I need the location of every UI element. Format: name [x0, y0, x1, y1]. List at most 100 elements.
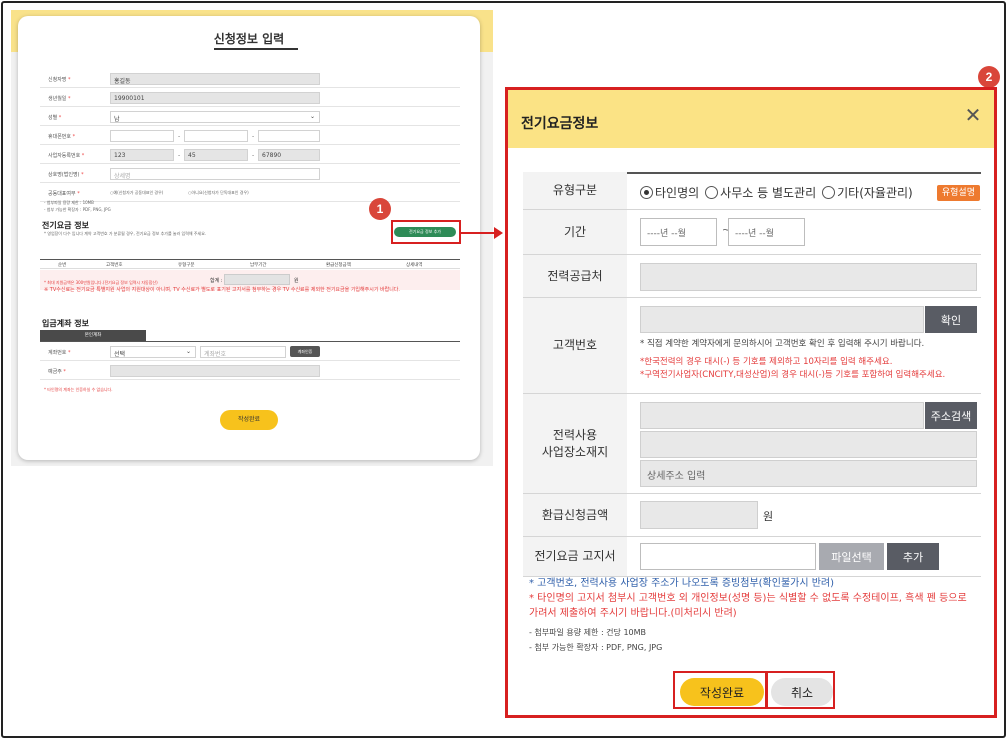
refund-label: 환급신청금액: [523, 494, 627, 536]
applicant-label: 신청자명: [48, 77, 67, 83]
bank-select[interactable]: 선택 ⌄: [110, 346, 196, 358]
row-bizname: 상호명(법인명) * 상세명: [40, 165, 460, 183]
holder-label: 예금주: [48, 369, 62, 375]
birth-label: 생년월일: [48, 96, 67, 102]
phone-label: 휴대폰번호: [48, 134, 72, 140]
row-refund: 환급신청금액 원: [523, 494, 981, 537]
bizno-field-2[interactable]: 45: [184, 149, 248, 161]
callout-box-add-elec: [391, 220, 461, 244]
form-submit-button[interactable]: 작성완료: [220, 410, 278, 430]
row-account: 계좌번호 * 선택 ⌄ 계좌번호 계좌인증: [40, 343, 460, 361]
customer-no-label: 고객번호: [523, 298, 627, 393]
row-bill: 전기요금 고지서 파일선택 추가: [523, 537, 981, 577]
callout-arrow-line: [460, 232, 498, 234]
elec-section-note: * 영업장이 다수 입니다 계약 고객번호 가 분류될 경우, 전기요금 정보 …: [44, 231, 207, 236]
chevron-down-icon: ⌄: [185, 348, 191, 355]
row-birth: 생년월일 * 19900101: [40, 89, 460, 107]
account-section-title: 입금계좌 정보: [42, 319, 89, 328]
type-radio-group: 타인명의 사무소 등 별도관리 기타(자율관리): [640, 184, 913, 201]
period-to-input[interactable]: ----년 --월: [728, 218, 805, 246]
chevron-down-icon: ⌄: [309, 113, 315, 120]
address-label: 전력사용 사업장소재지: [523, 394, 627, 493]
row-period: 기간 ----년 --월 ~ ----년 --월: [523, 210, 981, 255]
modal-header: 전기요금정보 ✕: [508, 90, 994, 148]
type-label: 유형구분: [523, 172, 627, 209]
bill-file-field[interactable]: [640, 543, 816, 570]
address-field[interactable]: [640, 402, 924, 429]
account-label: 계좌번호: [48, 350, 67, 356]
bill-file-select-button[interactable]: 파일선택: [819, 543, 884, 570]
callout-arrow-head: [494, 227, 503, 239]
supplier-field[interactable]: [640, 263, 977, 291]
total-field: [224, 274, 290, 285]
period-label: 기간: [523, 210, 627, 254]
period-from-input[interactable]: ----년 --월: [640, 218, 717, 246]
address-road-field[interactable]: [640, 431, 977, 458]
type-help-button[interactable]: 유형설명: [936, 185, 980, 201]
phone-field-3[interactable]: [258, 130, 320, 142]
applicant-field[interactable]: 홍길동: [110, 73, 320, 85]
gender-label: 성별: [48, 115, 58, 121]
max-support-note: * 최대 지원금액은 300만원입니다.(전기요금 정보 입력시 자동합산): [44, 280, 158, 285]
phone-field-1[interactable]: [110, 130, 174, 142]
file-size-note: - 첨부파일 용량 제한 : 10MB: [44, 200, 94, 205]
row-co-rep: 공동대표여부 * ○예(신청자가 공동대표인 경우) ○아니요(신청자가 단독대…: [40, 184, 460, 202]
row-customer-no: 고객번호 확인 * 직접 계약한 계약자에게 문의하시어 고객번호 확인 후 입…: [523, 298, 981, 394]
extension-note: - 첨부 가능한 확장자 : PDF, PNG, JPG: [529, 643, 663, 652]
row-address: 전력사용 사업장소재지 주소검색 상세주소 입력: [523, 394, 981, 494]
bizno-field-3[interactable]: 67890: [258, 149, 320, 161]
address-search-button[interactable]: 주소검색: [925, 402, 977, 429]
account-number-field[interactable]: 계좌번호: [200, 346, 286, 358]
elec-section-title: 전기요금 정보: [42, 221, 89, 230]
bill-add-button[interactable]: 추가: [887, 543, 939, 570]
size-limit-note: - 첨부파일 용량 제한 : 건당 10MB: [529, 628, 647, 637]
row-phone: 휴대폰번호 * - -: [40, 127, 460, 145]
elec-info-modal: 전기요금정보 ✕ 유형구분 타인명의 사무소 등 별도관리 기타(자율관리) 유…: [505, 87, 997, 718]
customer-no-note: * 직접 계약한 계약자에게 문의하시어 고객번호 확인 후 입력해 주시기 바…: [640, 339, 925, 349]
title-underline: [214, 48, 298, 50]
gender-select[interactable]: 남 ⌄: [110, 111, 320, 123]
modal-notes: * 고객번호, 전력사용 사업장 주소가 나오도록 증빙첨부(확인불가시 반려)…: [529, 576, 979, 655]
radio-icon: [822, 186, 836, 199]
bizno-label: 사업자등록번호: [48, 153, 81, 159]
verify-account-button[interactable]: 계좌인증: [290, 346, 320, 357]
phone-field-2[interactable]: [184, 130, 248, 142]
evidence-note: * 고객번호, 전력사용 사업장 주소가 나오도록 증빙첨부(확인불가시 반려): [529, 578, 835, 589]
callout-box-complete: [673, 671, 768, 709]
co-rep-option-yes[interactable]: ○예(신청자가 공동대표인 경우): [110, 190, 163, 196]
customer-no-confirm-button[interactable]: 확인: [925, 306, 977, 333]
co-rep-option-no[interactable]: ○아니요(신청자가 단독대표인 경우): [188, 190, 249, 196]
row-applicant: 신청자명 * 홍길동: [40, 70, 460, 88]
supplier-label: 전력공급처: [523, 255, 627, 297]
type-radio-other-name[interactable]: 타인명의: [640, 184, 699, 201]
marker-1: 1: [369, 198, 391, 220]
co-rep-label: 공동대표여부: [48, 191, 76, 197]
birth-field[interactable]: 19900101: [110, 92, 320, 104]
tab-own-account[interactable]: 본인계좌: [40, 330, 146, 341]
file-ext-note: - 첨부 가능한 확장자 : PDF, PNG, JPG: [44, 207, 111, 212]
row-type: 유형구분 타인명의 사무소 등 별도관리 기타(자율관리) 유형설명: [523, 172, 981, 210]
type-radio-etc[interactable]: 기타(자율관리): [822, 184, 913, 201]
close-icon[interactable]: ✕: [964, 105, 982, 125]
page-title: 신청정보 입력: [213, 32, 285, 46]
account-red-note: * 타인명의 계좌는 인증하실 수 없습니다.: [44, 387, 113, 392]
radio-selected-icon: [640, 186, 653, 199]
bizname-label: 상호명(법인명): [48, 172, 80, 178]
row-gender: 성별 * 남 ⌄: [40, 108, 460, 126]
row-supplier: 전력공급처: [523, 255, 981, 298]
callout-box-cancel: [765, 671, 835, 709]
customer-no-red-note-1: *한국전력의 경우 대시(-) 등 기호를 제외하고 10자리를 입력 해주세요…: [640, 357, 893, 367]
type-radio-separate-office[interactable]: 사무소 등 별도관리: [705, 184, 816, 201]
row-bizno: 사업자등록번호 * 123 - 45 - 67890: [40, 146, 460, 164]
customer-no-red-note-2: *구역전기사업자(CNCITY,대성산업)의 경우 대시(-)등 기호를 포함하…: [640, 370, 946, 380]
customer-no-field[interactable]: [640, 306, 924, 333]
bizno-field-1[interactable]: 123: [110, 149, 174, 161]
marker-2: 2: [978, 66, 1000, 88]
refund-amount-field[interactable]: [640, 501, 758, 529]
address-detail-field[interactable]: 상세주소 입력: [640, 460, 977, 487]
elec-table-header: 순번 고객번호 유형구분 납부기간 환급신청금액 상세내역: [40, 259, 460, 269]
holder-field[interactable]: [110, 365, 320, 377]
bill-label: 전기요금 고지서: [523, 537, 627, 576]
bizname-field[interactable]: 상세명: [110, 168, 320, 180]
tv-fee-note: ※ TV수신료는 전기요금 특별지원 사업의 지원대상이 아니며, TV 수신료…: [44, 287, 400, 293]
